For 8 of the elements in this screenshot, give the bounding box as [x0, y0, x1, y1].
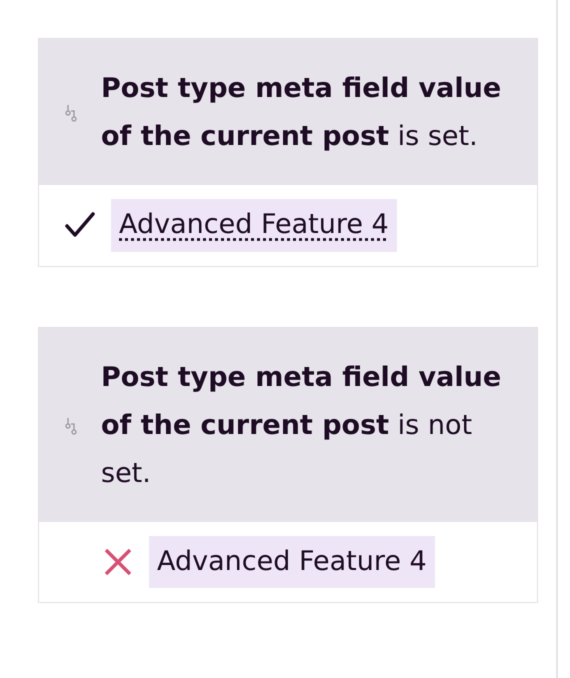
branch-icon [65, 416, 77, 434]
condition-text: Post type meta field value of the current post is not set. [101, 360, 502, 490]
feature-link[interactable]: Advanced Feature 4 [111, 199, 397, 252]
cross-icon [103, 546, 133, 577]
check-icon [65, 212, 95, 238]
condition-text: Post type meta field value of the current post is set. [101, 72, 502, 154]
branch-icon [65, 104, 77, 122]
feature-label: Advanced Feature 4 [149, 536, 435, 588]
